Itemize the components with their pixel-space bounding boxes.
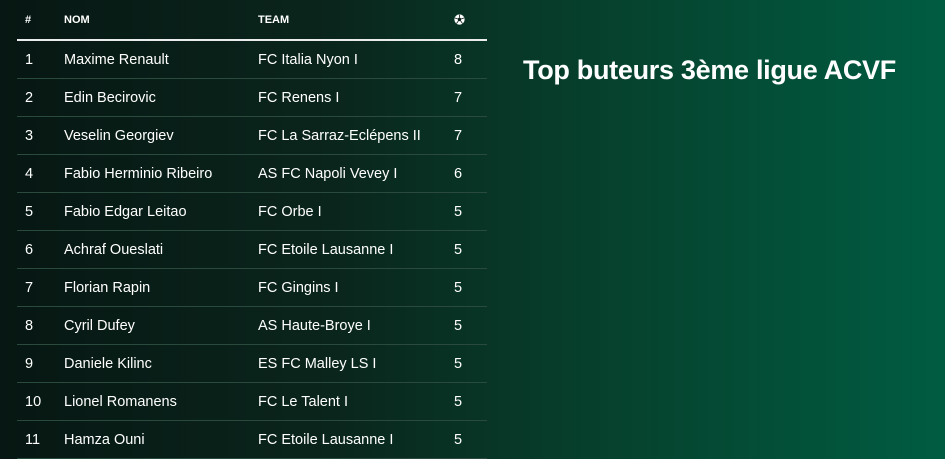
cell-team-name: FC Etoile Lausanne I bbox=[258, 420, 454, 459]
cell-goals: 5 bbox=[454, 344, 487, 383]
table-row: 4 Fabio Herminio Ribeiro AS FC Napoli Veve… bbox=[17, 154, 487, 193]
header-team[interactable]: TEAM bbox=[258, 0, 454, 41]
table-header: # NOM TEAM bbox=[17, 0, 487, 41]
cell-player-name: Daniele Kilinc bbox=[64, 344, 258, 383]
table-row: 5 Fabio Edgar Leitao FC Orbe I5 bbox=[17, 192, 487, 231]
cell-team-name: AS Haute-Broye I bbox=[258, 306, 454, 345]
table-row: 7 Florian Rapin FC Gingins I5 bbox=[17, 268, 487, 307]
table-row: 8 Cyril Dufey AS Haute-Broye I5 bbox=[17, 306, 487, 345]
table-header-row: # NOM TEAM bbox=[17, 0, 487, 41]
cell-team-name: FC Etoile Lausanne I bbox=[258, 230, 454, 269]
cell-player-name: Edin Becirovic bbox=[64, 78, 258, 117]
cell-rank: 10 bbox=[17, 382, 64, 421]
cell-goals: 7 bbox=[454, 116, 487, 155]
cell-team-name: ES FC Malley LS I bbox=[258, 344, 454, 383]
cell-goals: 5 bbox=[454, 230, 487, 269]
cell-rank: 5 bbox=[17, 192, 64, 231]
header-goals[interactable] bbox=[454, 0, 487, 41]
header-rank[interactable]: # bbox=[17, 0, 64, 41]
cell-rank: 6 bbox=[17, 230, 64, 269]
cell-goals: 7 bbox=[454, 78, 487, 117]
page-title: Top buteurs 3ème ligue ACVF bbox=[523, 55, 896, 85]
cell-player-name: Lionel Romanens bbox=[64, 382, 258, 421]
cell-goals: 5 bbox=[454, 268, 487, 307]
table-row: 11 Hamza Ouni FC Etoile Lausanne I5 bbox=[17, 420, 487, 459]
cell-team-name: FC La Sarraz-Eclépens II bbox=[258, 116, 454, 155]
cell-rank: 4 bbox=[17, 154, 64, 193]
table-row: 2 Edin Becirovic FC Renens I7 bbox=[17, 78, 487, 117]
cell-team-name: AS FC Napoli Vevey I bbox=[258, 154, 454, 193]
cell-rank: 7 bbox=[17, 268, 64, 307]
cell-rank: 3 bbox=[17, 116, 64, 155]
cell-rank: 8 bbox=[17, 306, 64, 345]
soccer-ball-icon bbox=[454, 14, 465, 25]
table-body: 1 Maxime Renault FC Italia Nyon I 8 2 Edin Be… bbox=[17, 40, 487, 459]
table-row: 10 Lionel Romanens FC Le Talent I5 bbox=[17, 382, 487, 421]
cell-player-name: Cyril Dufey bbox=[64, 306, 258, 345]
table-row: 3 Veselin Georgiev FC La Sarraz-Eclépens I… bbox=[17, 116, 487, 155]
table-row: 6 Achraf Oueslati FC Etoile Lausanne I5 bbox=[17, 230, 487, 269]
cell-rank: 11 bbox=[17, 420, 64, 459]
cell-goals: 8 bbox=[454, 40, 487, 79]
cell-player-name: Hamza Ouni bbox=[64, 420, 258, 459]
cell-goals: 6 bbox=[454, 154, 487, 193]
cell-goals: 5 bbox=[454, 192, 487, 231]
cell-team-name: FC Orbe I bbox=[258, 192, 454, 231]
cell-player-name: Florian Rapin bbox=[64, 268, 258, 307]
cell-goals: 5 bbox=[454, 306, 487, 345]
cell-player-name: Achraf Oueslati bbox=[64, 230, 258, 269]
cell-player-name: Fabio Edgar Leitao bbox=[64, 192, 258, 231]
cell-team-name: FC Gingins I bbox=[258, 268, 454, 307]
table-row: 1 Maxime Renault FC Italia Nyon I8 bbox=[17, 40, 487, 79]
cell-player-name: Fabio Herminio Ribeiro bbox=[64, 154, 258, 193]
cell-rank: 9 bbox=[17, 344, 64, 383]
cell-team-name: FC Renens I bbox=[258, 78, 454, 117]
scorers-table: # NOM TEAM 1 Maxime Renault FC Italia Nyon… bbox=[17, 0, 487, 459]
cell-player-name: Veselin Georgiev bbox=[64, 116, 258, 155]
cell-rank: 2 bbox=[17, 78, 64, 117]
cell-rank: 1 bbox=[17, 40, 64, 79]
cell-player-name: Maxime Renault bbox=[64, 40, 258, 79]
table-row: 9 Daniele Kilinc ES FC Malley LS I5 bbox=[17, 344, 487, 383]
cell-team-name: FC Italia Nyon I bbox=[258, 40, 454, 79]
cell-goals: 5 bbox=[454, 382, 487, 421]
header-name[interactable]: NOM bbox=[64, 0, 258, 41]
cell-team-name: FC Le Talent I bbox=[258, 382, 454, 421]
cell-goals: 5 bbox=[454, 420, 487, 459]
